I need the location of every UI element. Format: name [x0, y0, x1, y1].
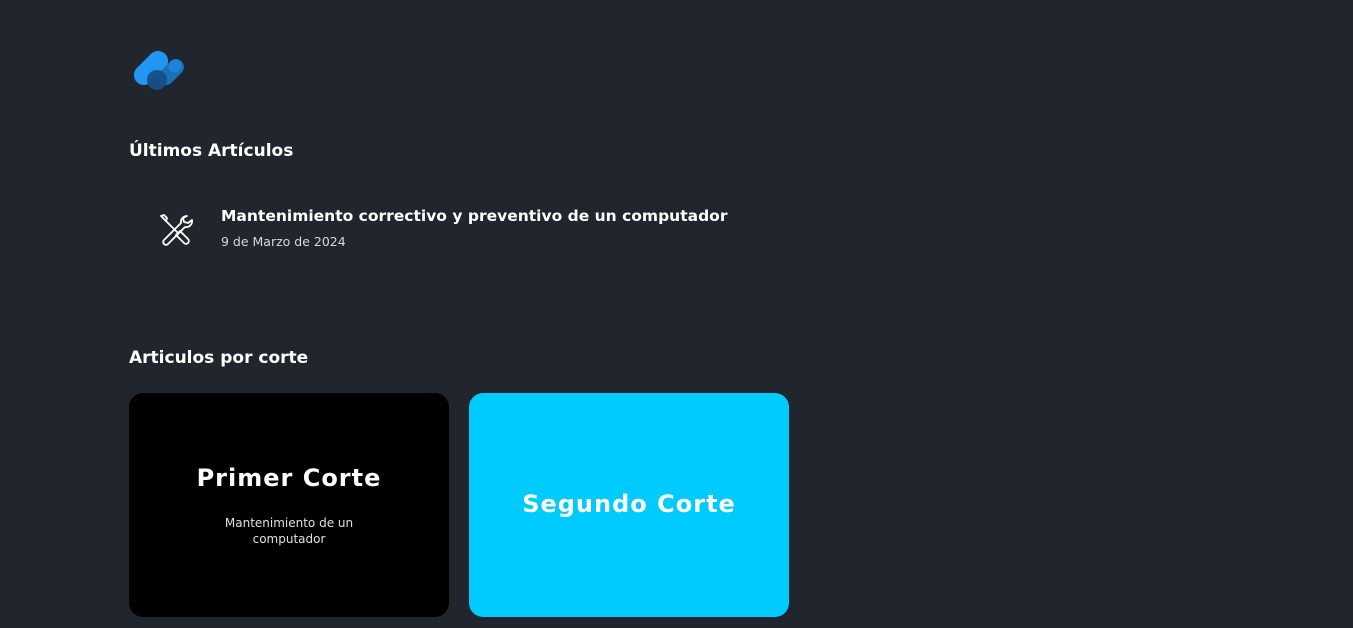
first-cut-card[interactable]: Primer Corte Mantenimiento de un computa… [129, 393, 449, 617]
article-list-item[interactable]: Mantenimiento correctivo y preventivo de… [150, 200, 770, 260]
latest-articles-heading: Últimos Artículos [129, 141, 294, 161]
page: Últimos Artículos Mantenimiento correcti… [0, 0, 1353, 628]
article-date: 9 de Marzo de 2024 [221, 234, 346, 249]
capsule-logo-icon [134, 50, 184, 90]
card-description: Mantenimiento de un computador [224, 516, 354, 546]
card-title: Segundo Corte [522, 490, 736, 518]
second-cut-card[interactable]: Segundo Corte [469, 393, 789, 617]
card-title: Primer Corte [196, 464, 382, 492]
site-logo[interactable] [134, 44, 190, 92]
cuts-heading: Articulos por corte [129, 348, 309, 368]
article-title[interactable]: Mantenimiento correctivo y preventivo de… [221, 207, 727, 225]
tools-icon [160, 214, 193, 246]
